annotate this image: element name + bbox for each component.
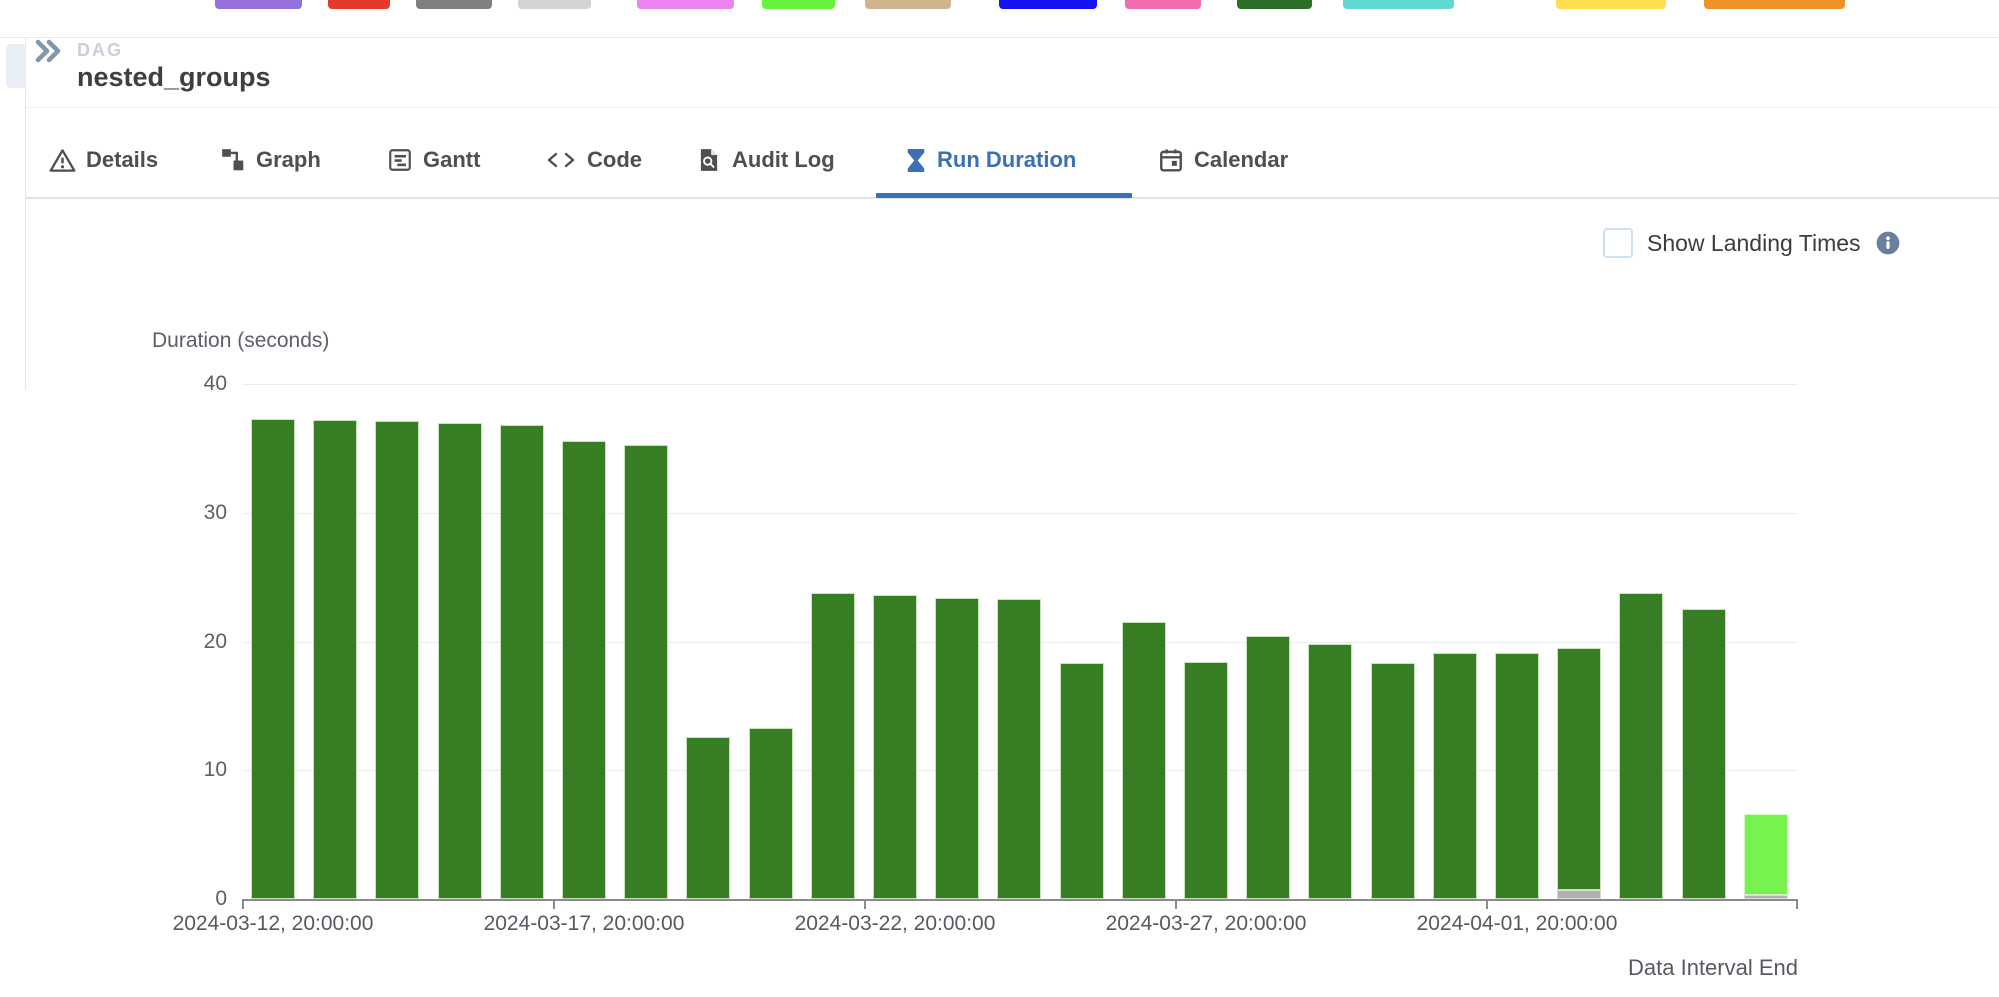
x-tick-label: 2024-03-22, 20:00:00 [795,912,996,936]
run-bar-running[interactable] [1744,814,1788,895]
run-bar-success[interactable] [997,599,1041,899]
y-tick-label: 0 [152,887,227,911]
x-tick-label: 2024-03-17, 20:00:00 [484,912,685,936]
hourglass-icon [905,147,927,174]
state-color-swatch [1237,0,1312,9]
x-tick-mark [553,899,555,909]
tab-label: Graph [256,147,321,173]
state-color-swatch [999,0,1097,9]
tab-label: Calendar [1194,147,1288,173]
run-bar-success[interactable] [811,593,855,899]
tab-graph[interactable]: Graph [220,130,321,190]
show-landing-times-label: Show Landing Times [1647,230,1861,257]
state-color-swatch [865,0,951,9]
audit-log-icon [696,147,722,173]
state-color-swatch [762,0,835,9]
x-tick-label: 2024-03-12, 20:00:00 [173,912,374,936]
state-color-swatch [416,0,492,9]
run-bar-success[interactable] [1495,653,1539,899]
info-icon[interactable] [1875,230,1901,256]
x-axis-line [242,899,1798,901]
warning-icon [49,147,76,174]
run-bar-success[interactable] [935,598,979,899]
run-bar-success[interactable] [562,441,606,899]
tab-code[interactable]: Code [545,130,642,190]
x-tick-label: 2024-04-01, 20:00:00 [1417,912,1618,936]
run-bar-success[interactable] [1122,622,1166,899]
run-bar-success[interactable] [1433,653,1477,899]
run-bar-success[interactable] [251,419,295,899]
gridline-y-40 [242,384,1798,385]
run-bar-success[interactable] [1060,663,1104,899]
state-color-swatch [518,0,591,9]
expand-grid-panel-button[interactable] [34,38,64,64]
state-color-swatch [637,0,734,9]
header-divider [26,107,1999,108]
show-landing-times-checkbox[interactable] [1603,228,1633,258]
tab-label: Code [587,147,642,173]
run-bar-success[interactable] [1184,662,1228,899]
run-bar-success[interactable] [873,595,917,899]
state-color-swatch [1125,0,1201,9]
calendar-icon [1158,147,1184,173]
airflow-dag-run-duration-page: DAG nested_groups Details Graph Gantt Code A… [0,0,1999,997]
tab-run-duration[interactable]: Run Duration [905,130,1076,190]
run-bar-success[interactable] [313,420,357,899]
run-bar-success[interactable] [375,421,419,899]
run-bar-success[interactable] [1557,648,1601,890]
run-bar-success[interactable] [1246,636,1290,899]
chart-x-axis-title: Data Interval End [1628,955,1798,981]
state-color-swatch [328,0,390,9]
grid-panel-divider [25,38,26,390]
tab-gantt[interactable]: Gantt [387,130,480,190]
x-tick-mark [242,899,244,909]
run-bar-success[interactable] [438,423,482,899]
run-bar-success[interactable] [624,445,668,899]
y-tick-label: 10 [152,758,227,782]
tab-audit-log[interactable]: Audit Log [696,130,835,190]
x-tick-mark [864,899,866,909]
graph-icon [220,147,246,173]
chart-y-axis-title: Duration (seconds) [152,329,329,353]
tab-label: Details [86,147,158,173]
y-tick-label: 20 [152,630,227,654]
x-tick-mark-end [1796,899,1798,909]
x-tick-mark [1486,899,1488,909]
state-color-swatch [1343,0,1454,9]
run-bar-success[interactable] [1371,663,1415,899]
run-bar-success[interactable] [749,728,793,899]
run-bar-success[interactable] [1308,644,1352,899]
active-tab-underline [876,193,1132,198]
run-bar-success[interactable] [1682,609,1726,899]
tab-details[interactable]: Details [49,130,158,190]
run-bar-success[interactable] [1619,593,1663,899]
state-color-swatch [1556,0,1666,9]
tab-label: Audit Log [732,147,835,173]
y-tick-label: 40 [152,372,227,396]
code-icon [545,147,577,173]
show-landing-times-control[interactable]: Show Landing Times [1603,228,1901,258]
top-divider [0,37,1999,38]
state-color-swatch [215,0,302,9]
run-bar-success[interactable] [500,425,544,899]
run-bar-success[interactable] [686,737,730,899]
tab-label: Run Duration [937,147,1076,173]
page-title: nested_groups [77,62,271,93]
state-color-swatch [1704,0,1845,9]
breadcrumb: DAG [77,40,123,61]
run-bar-queued[interactable] [1744,895,1788,899]
x-tick-label: 2024-03-27, 20:00:00 [1106,912,1307,936]
run-bar-queued[interactable] [1557,890,1601,899]
tab-label: Gantt [423,147,480,173]
grid-panel-handle[interactable] [6,44,26,88]
tab-calendar[interactable]: Calendar [1158,130,1288,190]
y-tick-label: 30 [152,501,227,525]
gantt-icon [387,147,413,173]
x-tick-mark [1175,899,1177,909]
chevrons-right-icon [34,51,64,68]
